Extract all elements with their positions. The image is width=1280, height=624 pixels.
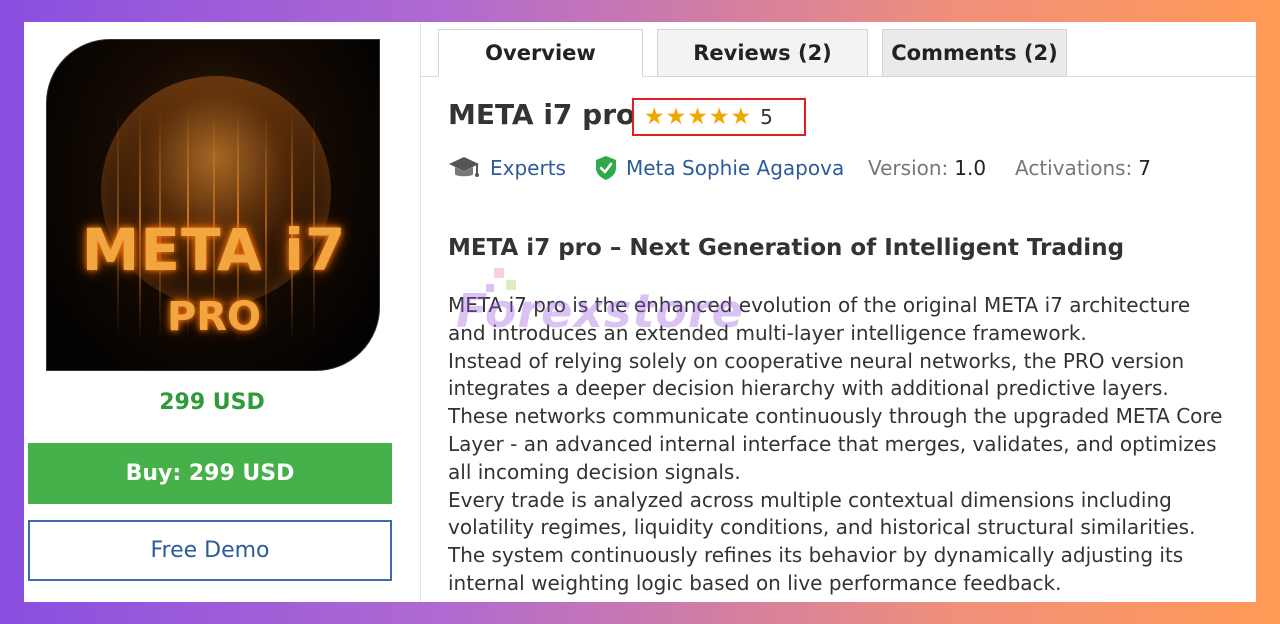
description-line: all incoming decision signals. xyxy=(448,459,741,484)
activations-label: Activations: xyxy=(1015,156,1133,180)
version-value: 1.0 xyxy=(954,156,987,180)
description-line: Layer - an advanced internal interface t… xyxy=(448,431,1217,456)
watermark: Forexstore xyxy=(456,284,744,338)
buy-button[interactable]: Buy: 299 USD xyxy=(28,443,392,504)
product-price: 299 USD xyxy=(159,390,265,415)
author-link[interactable]: Meta Sophie Agapova xyxy=(626,153,844,183)
star-rating-icon: ★★★★★ xyxy=(644,104,753,130)
tab-overview[interactable]: Overview xyxy=(438,29,643,77)
description-line: Instead of relying solely on cooperative… xyxy=(448,348,1185,373)
graduation-cap-icon xyxy=(448,153,482,183)
product-sidebar: META i7 PRO 299 USD Buy: 299 USD Free De… xyxy=(24,22,420,602)
free-demo-button[interactable]: Free Demo xyxy=(28,520,392,581)
product-logo-text: META i7 xyxy=(81,216,347,284)
tab-comments[interactable]: Comments (2) xyxy=(882,29,1067,77)
description-line: integrates a deeper decision hierarchy w… xyxy=(448,376,1169,401)
product-page: META i7 PRO 299 USD Buy: 299 USD Free De… xyxy=(24,22,1256,602)
description-line: volatility regimes, liquidity conditions… xyxy=(448,515,1196,540)
product-meta: Experts Meta Sophie Agapova Version: 1.0… xyxy=(448,153,1248,183)
tab-reviews[interactable]: Reviews (2) xyxy=(657,29,868,77)
description-line: The system continuously refines its beha… xyxy=(448,543,1184,568)
rating-box[interactable]: ★★★★★ 5 xyxy=(632,98,806,136)
description-line: Every trade is analyzed across multiple … xyxy=(448,487,1172,512)
product-tabs: Overview Reviews (2) Comments (2) xyxy=(438,29,1256,77)
product-image[interactable]: META i7 PRO xyxy=(46,39,380,371)
version-label: Version: xyxy=(868,156,949,180)
product-logo-subtext: PRO xyxy=(166,294,262,340)
activations-info: Activations: 7 xyxy=(1015,153,1151,183)
column-divider xyxy=(420,22,421,602)
description-line: These networks communicate continuously … xyxy=(448,404,1223,429)
activations-value: 7 xyxy=(1138,156,1152,180)
description-heading: META i7 pro – Next Generation of Intelli… xyxy=(448,235,1125,261)
product-title: META i7 pro xyxy=(448,98,636,131)
category-link[interactable]: Experts xyxy=(490,153,566,183)
rating-value: 5 xyxy=(760,105,773,129)
version-info: Version: 1.0 xyxy=(868,153,986,183)
verified-shield-icon xyxy=(594,153,622,183)
description-line: internal weighting logic based on live p… xyxy=(448,570,1062,595)
